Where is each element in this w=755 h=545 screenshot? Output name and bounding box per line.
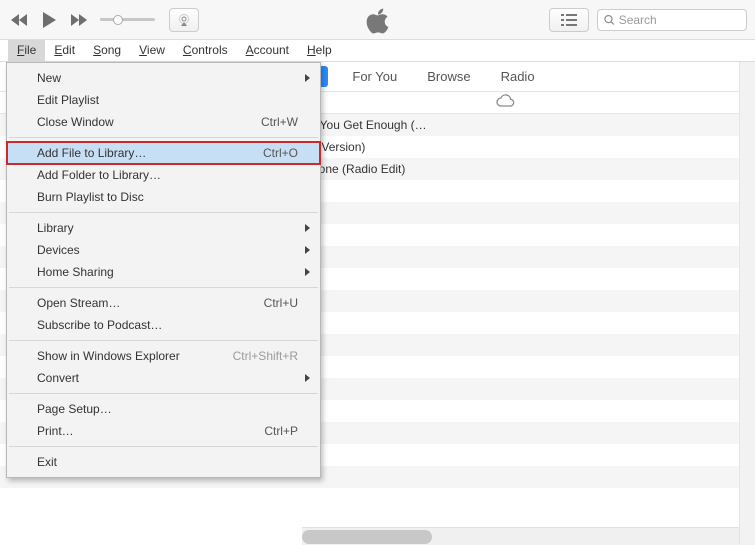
menu-item-label: Add File to Library… xyxy=(37,146,146,160)
menu-help[interactable]: Help xyxy=(298,40,341,61)
menu-item-open-stream[interactable]: Open Stream… Ctrl+U xyxy=(7,292,320,314)
search-icon xyxy=(604,14,615,26)
menu-item-new[interactable]: New xyxy=(7,67,320,89)
tab-radio[interactable]: Radio xyxy=(495,66,541,87)
menu-item-label: Edit Playlist xyxy=(37,93,99,107)
menu-item-page-setup[interactable]: Page Setup… xyxy=(7,398,320,420)
menu-controls[interactable]: Controls xyxy=(174,40,237,61)
tab-browse[interactable]: Browse xyxy=(421,66,476,87)
prev-track-button[interactable] xyxy=(8,9,30,31)
menu-item-label: Burn Playlist to Disc xyxy=(37,190,144,204)
menu-item-label: Subscribe to Podcast… xyxy=(37,318,162,332)
menu-song[interactable]: Song xyxy=(84,40,130,61)
menu-item-label: Open Stream… xyxy=(37,296,120,310)
tab-for-you[interactable]: For You xyxy=(346,66,403,87)
menu-account[interactable]: Account xyxy=(237,40,298,61)
menu-item-label: Devices xyxy=(37,243,80,257)
menu-item-label: Add Folder to Library… xyxy=(37,168,161,182)
menu-separator xyxy=(9,340,318,341)
next-track-button[interactable] xyxy=(68,9,90,31)
menu-item-label: Exit xyxy=(37,455,57,469)
menu-item-add-file-to-library[interactable]: Add File to Library… Ctrl+O xyxy=(7,142,320,164)
menu-item-label: Home Sharing xyxy=(37,265,114,279)
menu-file[interactable]: File xyxy=(8,40,45,61)
menu-separator xyxy=(9,287,318,288)
menu-item-convert[interactable]: Convert xyxy=(7,367,320,389)
menu-item-label: New xyxy=(37,71,61,85)
cloud-status-icon[interactable] xyxy=(495,94,515,108)
menu-item-shortcut: Ctrl+O xyxy=(263,146,298,160)
menu-item-label: Close Window xyxy=(37,115,114,129)
menu-bar: File Edit Song View Controls Account Hel… xyxy=(0,40,755,62)
menu-item-shortcut: Ctrl+Shift+R xyxy=(233,349,298,363)
menu-item-devices[interactable]: Devices xyxy=(7,239,320,261)
menu-view[interactable]: View xyxy=(130,40,174,61)
menu-item-home-sharing[interactable]: Home Sharing xyxy=(7,261,320,283)
menu-item-add-folder-to-library[interactable]: Add Folder to Library… xyxy=(7,164,320,186)
menu-item-shortcut: Ctrl+W xyxy=(261,115,298,129)
search-field[interactable] xyxy=(597,9,747,31)
menu-item-exit[interactable]: Exit xyxy=(7,451,320,473)
menu-separator xyxy=(9,446,318,447)
menu-item-label: Print… xyxy=(37,424,74,438)
apple-logo-icon xyxy=(365,6,391,36)
menu-item-print[interactable]: Print… Ctrl+P xyxy=(7,420,320,442)
menu-item-label: Library xyxy=(37,221,74,235)
horizontal-scrollbar[interactable] xyxy=(302,527,753,545)
play-button[interactable] xyxy=(36,7,62,33)
list-view-button[interactable] xyxy=(549,8,589,32)
menu-item-close-window[interactable]: Close Window Ctrl+W xyxy=(7,111,320,133)
menu-item-shortcut: Ctrl+U xyxy=(264,296,298,310)
menu-separator xyxy=(9,137,318,138)
menu-item-subscribe-podcast[interactable]: Subscribe to Podcast… xyxy=(7,314,320,336)
menu-edit[interactable]: Edit xyxy=(45,40,84,61)
menu-item-show-in-explorer: Show in Windows Explorer Ctrl+Shift+R xyxy=(7,345,320,367)
menu-item-label: Convert xyxy=(37,371,79,385)
menu-item-library[interactable]: Library xyxy=(7,217,320,239)
vertical-scrollbar[interactable] xyxy=(739,62,755,545)
menu-separator xyxy=(9,393,318,394)
song-row[interactable] xyxy=(0,488,755,510)
menu-item-burn-playlist: Burn Playlist to Disc xyxy=(7,186,320,208)
menu-separator xyxy=(9,212,318,213)
menu-item-label: Show in Windows Explorer xyxy=(37,349,180,363)
airplay-button[interactable] xyxy=(169,8,199,32)
menu-item-edit-playlist: Edit Playlist xyxy=(7,89,320,111)
playback-bar xyxy=(0,0,755,40)
menu-item-shortcut: Ctrl+P xyxy=(264,424,298,438)
menu-item-label: Page Setup… xyxy=(37,402,112,416)
search-input[interactable] xyxy=(619,13,740,27)
volume-slider[interactable] xyxy=(100,18,155,21)
file-menu-dropdown: New Edit Playlist Close Window Ctrl+W Add… xyxy=(6,62,321,478)
